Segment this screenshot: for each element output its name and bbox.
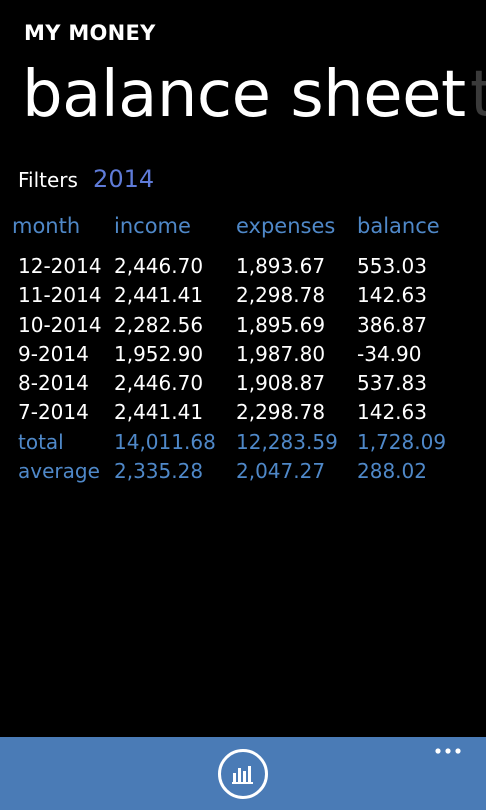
ellipsis-icon xyxy=(435,748,461,754)
pivot-header-next[interactable]: t xyxy=(470,52,486,138)
pivot-header-current[interactable]: balance sheet xyxy=(22,52,466,138)
income-cell: 2,441.41 xyxy=(114,283,204,308)
table-row: 12-2014 2,446.70 1,893.67 553.03 xyxy=(0,252,486,281)
filters-label: Filters xyxy=(18,168,78,192)
balance-cell: 537.83 xyxy=(357,371,427,396)
column-header-expenses: expenses xyxy=(236,214,336,238)
table-row: 10-2014 2,282.56 1,895.69 386.87 xyxy=(0,311,486,340)
month-cell: 7-2014 xyxy=(18,400,89,425)
income-cell: 2,282.56 xyxy=(114,312,204,337)
expenses-cell: 1,895.69 xyxy=(236,312,326,337)
expenses-cell: 1,893.67 xyxy=(236,254,326,278)
column-header-income: income xyxy=(114,214,191,238)
month-cell: 10-2014 xyxy=(18,312,102,337)
income-cell: 2,446.70 xyxy=(114,371,204,396)
average-income: 2,335.28 xyxy=(114,459,204,484)
month-cell: 11-2014 xyxy=(18,283,102,308)
table-row: 8-2014 2,446.70 1,908.87 537.83 xyxy=(0,369,486,398)
more-options-button[interactable] xyxy=(430,741,470,761)
column-header-balance: balance xyxy=(357,214,440,238)
chart-button[interactable] xyxy=(218,749,268,799)
bar-chart-icon xyxy=(232,766,253,784)
total-label: total xyxy=(18,429,64,454)
table-row: 7-2014 2,441.41 2,298.78 142.63 xyxy=(0,398,486,427)
expenses-cell: 1,987.80 xyxy=(236,341,326,366)
filters[interactable]: Filters 2014 xyxy=(18,165,154,193)
filters-year-value[interactable]: 2014 xyxy=(93,165,154,193)
income-cell: 2,446.70 xyxy=(114,254,204,278)
average-row: average 2,335.28 2,047.27 288.02 xyxy=(0,457,486,486)
month-cell: 8-2014 xyxy=(18,371,89,396)
expenses-cell: 2,298.78 xyxy=(236,283,326,308)
month-cell: 12-2014 xyxy=(18,254,102,278)
total-expenses: 12,283.59 xyxy=(236,429,338,454)
average-expenses: 2,047.27 xyxy=(236,459,326,484)
average-balance: 288.02 xyxy=(357,459,427,484)
table-header-row: month income expenses balance xyxy=(0,212,486,252)
app-title: MY MONEY xyxy=(24,21,156,45)
expenses-cell: 2,298.78 xyxy=(236,400,326,425)
table-row: 9-2014 1,952.90 1,987.80 -34.90 xyxy=(0,340,486,369)
column-header-month: month xyxy=(12,214,81,238)
balance-table: month income expenses balance 12-2014 2,… xyxy=(0,212,486,486)
total-income: 14,011.68 xyxy=(114,429,216,454)
table-row: 11-2014 2,441.41 2,298.78 142.63 xyxy=(0,281,486,310)
balance-cell: 386.87 xyxy=(357,312,427,337)
app-bar xyxy=(0,737,486,810)
income-cell: 2,441.41 xyxy=(114,400,204,425)
income-cell: 1,952.90 xyxy=(114,341,204,366)
month-cell: 9-2014 xyxy=(18,341,89,366)
average-label: average xyxy=(18,459,100,484)
total-balance: 1,728.09 xyxy=(357,429,447,454)
balance-cell: -34.90 xyxy=(357,341,422,366)
expenses-cell: 1,908.87 xyxy=(236,371,326,396)
balance-cell: 142.63 xyxy=(357,400,427,425)
balance-cell: 142.63 xyxy=(357,283,427,308)
balance-cell: 553.03 xyxy=(357,254,427,278)
total-row: total 14,011.68 12,283.59 1,728.09 xyxy=(0,428,486,457)
